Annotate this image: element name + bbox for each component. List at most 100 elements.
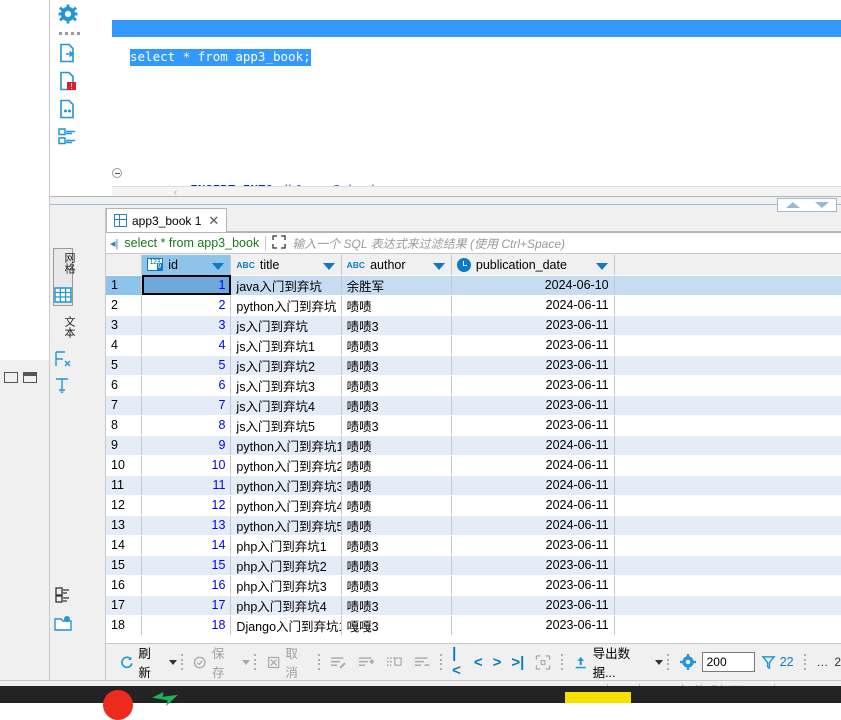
cell-id[interactable]: 14 xyxy=(141,535,232,556)
cell-title[interactable]: php入门到弃坑1 xyxy=(230,535,342,556)
cell-author[interactable]: 余胜军 xyxy=(341,275,452,296)
row-number-cell[interactable]: 7 xyxy=(106,395,143,416)
row-number-cell[interactable]: 2 xyxy=(106,295,143,316)
chevron-down-icon[interactable] xyxy=(432,263,445,270)
cell-author[interactable]: 啧啧3 xyxy=(341,535,452,556)
cancel-button[interactable]: 取消 xyxy=(261,647,314,680)
filter-placeholder-text[interactable]: 输入一个 SQL 表达式来过滤结果 (使用 Ctrl+Space) xyxy=(292,235,565,252)
data-file-icon[interactable] xyxy=(58,99,80,121)
cell-author[interactable]: 啧啧3 xyxy=(341,355,452,376)
minimize-tool-icon[interactable] xyxy=(4,371,18,383)
export-data-button[interactable]: 导出数据... xyxy=(568,647,653,680)
row-number-cell[interactable]: 18 xyxy=(106,615,143,636)
scroll-left-arrow-icon[interactable]: ‹ xyxy=(174,187,177,196)
table-row[interactable]: 5 5 js入门到弃坑2 啧啧3 2023-06-11 xyxy=(106,355,841,376)
table-row[interactable]: 18 18 Django入门到弃坑1 嘎嘎3 2023-06-11 xyxy=(106,615,841,636)
cell-id[interactable]: 15 xyxy=(141,555,232,576)
refresh-dropdown-caret-icon[interactable] xyxy=(168,659,177,665)
row-number-cell[interactable]: 6 xyxy=(106,375,143,396)
export-dropdown-caret-icon[interactable] xyxy=(654,659,663,665)
open-value-editor-icon[interactable] xyxy=(54,614,72,632)
cell-publication-date[interactable]: 2024-06-11 xyxy=(451,455,615,476)
cell-publication-date[interactable]: 2024-06-11 xyxy=(451,295,615,316)
cell-author[interactable]: 啧啧3 xyxy=(341,575,452,596)
cell-publication-date[interactable]: 2023-06-11 xyxy=(451,375,615,396)
cell-title[interactable]: js入门到弃坑3 xyxy=(230,375,342,396)
cell-author[interactable]: 嘎嘎3 xyxy=(341,615,452,636)
window-tool-buttons[interactable] xyxy=(4,365,46,389)
cell-title[interactable]: js入门到弃坑1 xyxy=(230,335,342,356)
close-icon[interactable]: ✕ xyxy=(208,213,219,229)
rail-label-grid[interactable]: 网格 xyxy=(56,252,75,274)
table-row[interactable]: 14 14 php入门到弃坑1 啧啧3 2023-06-11 xyxy=(106,535,841,556)
row-number-cell[interactable]: 16 xyxy=(106,575,143,596)
table-row[interactable]: 3 3 js入门到弃坑 啧啧3 2023-06-11 xyxy=(106,315,841,336)
cell-id[interactable]: 16 xyxy=(141,575,232,596)
last-page-button[interactable]: >| xyxy=(506,654,529,671)
row-number-cell[interactable]: 8 xyxy=(106,415,143,436)
refresh-button[interactable]: 刷新 xyxy=(114,647,167,680)
taskbar-yellow-app-icon[interactable] xyxy=(565,692,631,703)
grid-settings-button[interactable] xyxy=(674,649,702,675)
cell-author[interactable]: 啧啧 xyxy=(341,515,452,536)
cell-publication-date[interactable]: 2023-06-11 xyxy=(451,395,615,416)
row-number-cell[interactable]: 9 xyxy=(106,435,143,456)
duplicate-row-button[interactable] xyxy=(380,649,408,675)
table-row[interactable]: 17 17 php入门到弃坑4 啧啧3 2023-06-11 xyxy=(106,595,841,616)
chevron-down-icon[interactable] xyxy=(212,263,225,270)
cell-author[interactable]: 啧啧 xyxy=(341,475,452,496)
cell-author[interactable]: 啧啧 xyxy=(341,455,452,476)
save-dropdown-caret-icon[interactable] xyxy=(242,659,251,665)
cell-publication-date[interactable]: 2024-06-11 xyxy=(451,515,615,536)
run-script-file-icon[interactable] xyxy=(58,43,80,65)
cell-title[interactable]: python入门到弃坑4 xyxy=(230,495,342,516)
cell-id[interactable]: 2 xyxy=(141,295,232,316)
cell-id[interactable]: 6 xyxy=(141,375,232,396)
column-header-author[interactable]: ABC author xyxy=(341,255,452,276)
row-number-cell[interactable]: 5 xyxy=(106,355,143,376)
cell-id[interactable]: 3 xyxy=(141,315,232,336)
row-number-cell[interactable]: 13 xyxy=(106,515,143,536)
fold-toggle-icon[interactable] xyxy=(112,168,122,179)
cell-id[interactable]: 10 xyxy=(141,455,232,476)
text-view-icon[interactable] xyxy=(54,350,72,368)
next-page-button[interactable]: > xyxy=(488,654,507,671)
previous-page-button[interactable]: < xyxy=(469,654,488,671)
cell-author[interactable]: 啧啧 xyxy=(341,495,452,516)
cell-publication-date[interactable]: 2024-06-10 xyxy=(451,275,615,296)
cell-author[interactable]: 啧啧3 xyxy=(341,375,452,396)
cell-id[interactable]: 18 xyxy=(141,615,232,636)
table-row[interactable]: 10 10 python入门到弃坑2 啧啧 2024-06-11 xyxy=(106,455,841,476)
value-view-icon[interactable] xyxy=(54,376,72,394)
cell-id[interactable]: 7 xyxy=(141,395,232,416)
cell-id[interactable]: 4 xyxy=(141,335,232,356)
first-page-button[interactable]: |< xyxy=(447,645,469,679)
chevron-down-icon[interactable] xyxy=(322,263,335,270)
table-row[interactable]: 12 12 python入门到弃坑4 啧啧 2024-06-11 xyxy=(106,495,841,516)
cell-title[interactable]: python入门到弃坑 xyxy=(230,295,342,316)
row-number-cell[interactable]: 14 xyxy=(106,535,143,556)
cell-title[interactable]: php入门到弃坑4 xyxy=(230,595,342,616)
cell-author[interactable]: 啧啧3 xyxy=(341,315,452,336)
fetch-size-input[interactable]: 200 xyxy=(701,652,755,672)
rail-label-text[interactable]: 文本 xyxy=(56,316,75,338)
chevron-down-icon[interactable] xyxy=(595,263,608,270)
cell-title[interactable]: js入门到弃坑2 xyxy=(230,355,342,376)
toolbar-overflow-button[interactable]: … xyxy=(810,655,834,669)
cell-author[interactable]: 啧啧3 xyxy=(341,555,452,576)
table-row[interactable]: 6 6 js入门到弃坑3 啧啧3 2023-06-11 xyxy=(106,375,841,396)
table-row[interactable]: 11 11 python入门到弃坑3 啧啧 2024-06-11 xyxy=(106,475,841,496)
code-line-selected[interactable]: select * from app3_book; xyxy=(112,49,841,66)
table-row[interactable]: 13 13 python入门到弃坑5 啧啧 2024-06-11 xyxy=(106,515,841,536)
edit-row-button[interactable] xyxy=(324,649,352,675)
cell-publication-date[interactable]: 2023-06-11 xyxy=(451,575,615,596)
cell-publication-date[interactable]: 2023-06-11 xyxy=(451,415,615,436)
table-row[interactable]: 7 7 js入门到弃坑4 啧啧3 2023-06-11 xyxy=(106,395,841,416)
cell-title[interactable]: python入门到弃坑3 xyxy=(230,475,342,496)
cell-id[interactable]: 17 xyxy=(141,595,232,616)
cell-title[interactable]: python入门到弃坑5 xyxy=(230,515,342,536)
cell-title[interactable]: js入门到弃坑 xyxy=(230,315,342,336)
cell-publication-date[interactable]: 2023-06-11 xyxy=(451,595,615,616)
cell-title[interactable]: js入门到弃坑4 xyxy=(230,395,342,416)
cell-title[interactable]: java入门到弃坑 xyxy=(230,275,342,296)
